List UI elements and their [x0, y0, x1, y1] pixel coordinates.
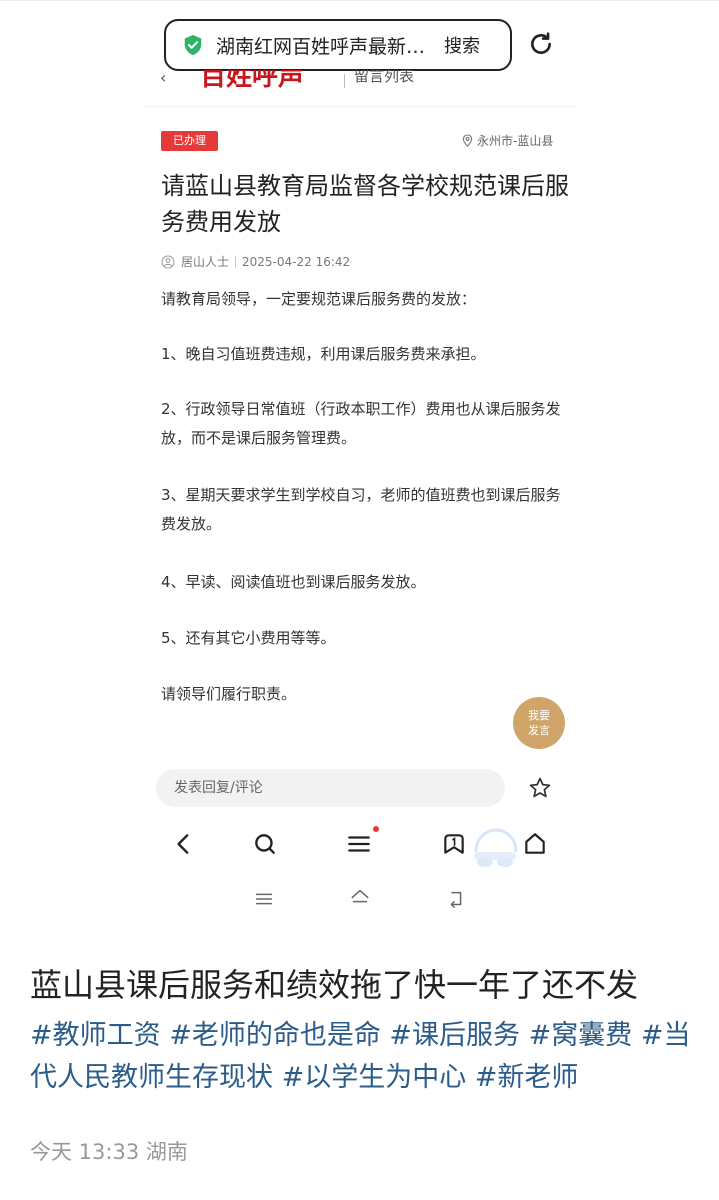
search-icon[interactable] [252, 831, 278, 857]
article-paragraph: 2、行政领导日常值班（行政本职工作）费用也从课后服务发放，而不是课后服务管理费。 [161, 400, 561, 447]
tabs-icon[interactable] [441, 831, 467, 857]
article-paragraph: 5、还有其它小费用等等。 [161, 629, 336, 647]
menu-icon[interactable] [346, 831, 372, 857]
comment-placeholder[interactable]: 发表回复/评论 [174, 769, 263, 807]
status-badge: 已办理 [161, 131, 218, 151]
location-label: 永州市-蓝山县 [462, 132, 553, 149]
article-paragraph: 请领导们履行职责。 [161, 685, 297, 703]
post-time-location: 今天 13:33 湖南 [30, 1140, 188, 1164]
article-paragraph: 请教育局领导，一定要规范课后服务费的发放： [161, 290, 477, 308]
article-paragraph: 4、早读、阅读值班也到课后服务发放。 [161, 573, 426, 591]
notification-dot [373, 826, 379, 832]
fab-label-line2: 发言 [528, 724, 550, 737]
article-paragraph: 1、晚自习值班费违规，利用课后服务费来承担。 [161, 345, 486, 363]
top-divider [0, 0, 719, 1]
system-menu-icon[interactable] [253, 888, 275, 910]
browser-search-bar[interactable]: 湖南红网百姓呼声最新… 搜索 [164, 19, 512, 71]
location-pin-icon [462, 134, 473, 147]
search-query-text[interactable]: 湖南红网百姓呼声最新… [216, 32, 426, 59]
post-title: 蓝山县课后服务和绩效拖了快一年了还不发 [30, 966, 639, 1004]
shield-check-icon [184, 34, 202, 56]
system-home-icon[interactable] [349, 886, 371, 908]
author-name[interactable]: 居山人士 [181, 253, 229, 270]
user-icon [161, 255, 175, 268]
assistant-mascot-icon[interactable] [468, 826, 522, 874]
star-icon[interactable] [528, 776, 552, 800]
home-icon[interactable] [522, 831, 548, 857]
search-button[interactable]: 搜索 [444, 32, 480, 58]
comment-input-bar[interactable]: 发表回复/评论 [156, 769, 505, 807]
site-logo: 百姓呼声 [200, 70, 305, 92]
back-arrow-icon[interactable]: ‹ [160, 72, 166, 90]
back-icon[interactable] [171, 831, 197, 857]
post-hashtags[interactable]: #教师工资 #老师的命也是命 #课后服务 #窝囊费 #当代人民教师生存现状 #以… [30, 1015, 700, 1099]
post-datetime: 2025-04-22 16:42 [242, 254, 351, 269]
header-nav-fragment: 留言列表 [354, 70, 415, 85]
location-text: 永州市-蓝山县 [477, 134, 554, 148]
article-meta: 居山人士 2025-04-22 16:42 [161, 253, 350, 270]
article-title: 请蓝山县教育局监督各学校规范课后服务费用发放 [161, 172, 569, 236]
header-divider [344, 74, 345, 88]
meta-divider [235, 255, 237, 268]
system-back-icon[interactable] [445, 888, 467, 910]
speak-fab-button[interactable]: 我要 发言 [513, 697, 565, 749]
refresh-icon[interactable] [528, 31, 554, 57]
fab-label-line1: 我要 [528, 709, 550, 722]
article-paragraph: 3、星期天要求学生到学校自习，老师的值班费也到课后服务费发放。 [161, 486, 561, 533]
